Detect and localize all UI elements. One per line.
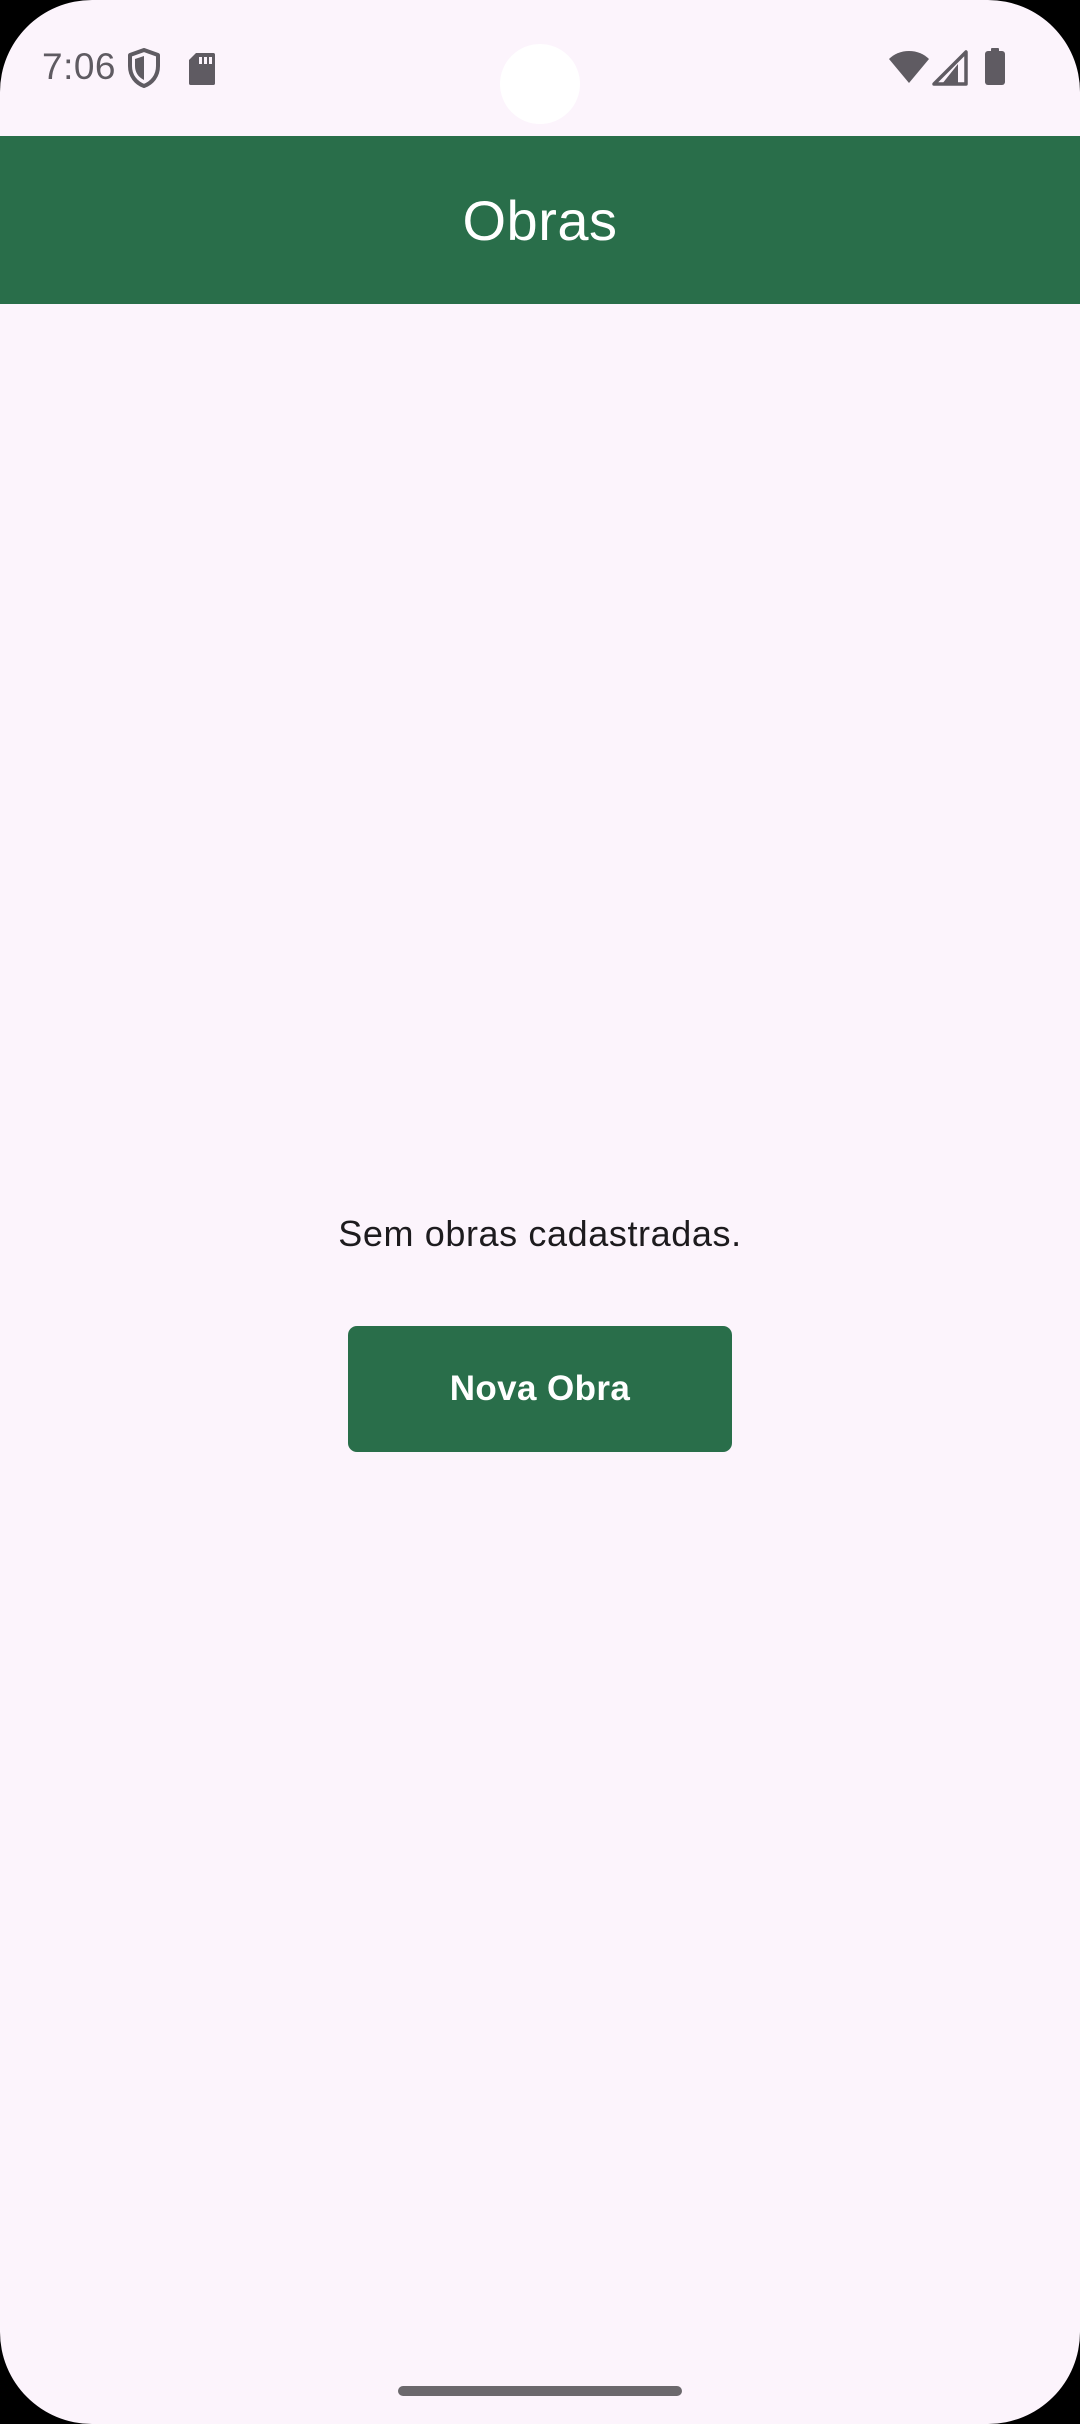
shield-icon [128,48,160,88]
status-bar: 7:06 [0,0,1080,136]
sd-card-icon [189,53,215,85]
empty-state-message: Sem obras cadastradas. [338,1213,742,1254]
cellular-signal-icon [932,50,968,86]
app-screen: 7:06 Obras Sem obras cadastradas. Nova O… [0,0,1080,2424]
new-obra-button[interactable]: Nova Obra [348,1326,732,1452]
home-indicator[interactable] [398,2386,682,2396]
camera-cutout [500,44,580,124]
page-title: Obras [462,188,618,252]
status-time: 7:06 [42,46,117,87]
top-app-bar: Obras [0,136,1080,304]
battery-icon [985,48,1005,85]
wifi-icon [889,51,929,83]
